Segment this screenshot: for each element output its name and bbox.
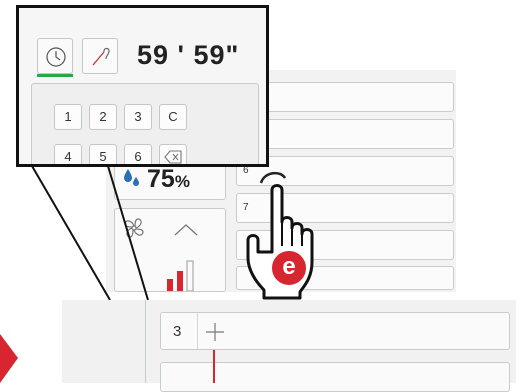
bottom-divider (145, 300, 146, 383)
key-6[interactable]: 6 (124, 144, 152, 164)
key-4[interactable]: 4 (54, 144, 82, 164)
key-2[interactable]: 2 (89, 104, 117, 130)
probe-icon (89, 45, 113, 74)
key-clear[interactable]: C (159, 104, 187, 130)
fan-card[interactable] (114, 208, 226, 292)
numeric-keypad: 1 2 3 C 4 5 6 (31, 83, 259, 164)
clock-icon (44, 45, 68, 74)
chevron-up-icon[interactable] (173, 223, 199, 242)
backspace-icon (164, 150, 182, 164)
key-backspace[interactable] (159, 144, 187, 164)
step-row-3[interactable]: 3 (160, 312, 510, 350)
humidity-value: 75% (147, 165, 190, 193)
arrow-right-icon (0, 334, 20, 388)
row-divider (197, 313, 198, 349)
key-5[interactable]: 5 (89, 144, 117, 164)
step-badge: e (270, 249, 308, 287)
plus-icon[interactable] (205, 322, 225, 347)
row-number: 3 (173, 323, 182, 340)
timer-display: 59 ' 59" (137, 40, 240, 70)
fan-speed-bars (165, 257, 205, 296)
zoom-callout: 59 ' 59" 1 2 3 C 4 5 6 (16, 5, 269, 167)
active-mode-underline (37, 74, 73, 77)
key-3[interactable]: 3 (124, 104, 152, 130)
probe-mode-button[interactable] (82, 38, 118, 74)
key-1[interactable]: 1 (54, 104, 82, 130)
humidity-drop-icon (122, 167, 142, 191)
fan-icon (121, 215, 147, 246)
timer-mode-button[interactable] (37, 38, 73, 74)
indicator-line (213, 350, 215, 383)
hand-pointer-icon (244, 182, 324, 307)
